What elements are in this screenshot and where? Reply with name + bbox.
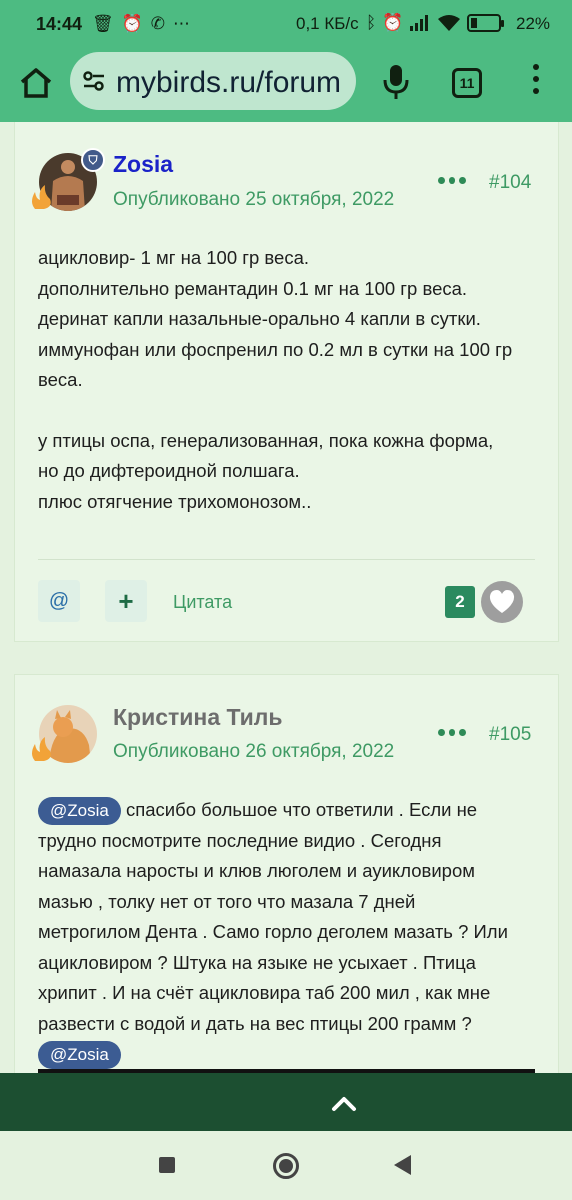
post-line: ацикловиром ? Штука на языке не усыхает … — [38, 951, 476, 973]
chevron-up-icon[interactable] — [326, 1091, 362, 1115]
post-line — [38, 396, 543, 426]
battery-percent: 22% — [516, 14, 551, 33]
heart-icon — [489, 590, 515, 613]
post-line: иммунофан или фоспренил по 0.2 мл в сутк… — [38, 338, 513, 360]
reaction-count[interactable]: 2 — [445, 586, 475, 618]
tab-switcher-button[interactable]: 11 — [452, 68, 482, 98]
flame-icon — [32, 185, 51, 209]
home-icon[interactable] — [16, 63, 56, 103]
viber-icon: ✆ — [150, 14, 166, 33]
status-bar: 14:44 🗑 ⏰ ✆ ⋯ 0,1 КБ/с ᛒ ⏰ 22% — [0, 0, 572, 50]
notification-icons: 🗑 ⏰ ✆ ⋯ — [92, 14, 190, 34]
post-number[interactable]: #104 — [489, 172, 531, 194]
post-number[interactable]: #105 — [489, 724, 531, 746]
scroll-to-top-bar[interactable] — [0, 1073, 572, 1131]
system-icons: ᛒ ⏰ — [366, 13, 505, 33]
battery-icon — [467, 14, 505, 32]
multiquote-button[interactable]: + — [105, 580, 147, 622]
post-line: намазала наросты и клюв люголем и ауикло… — [38, 860, 475, 881]
browser-toolbar: mybirds.ru/forum 11 — [0, 50, 572, 122]
post-line: но до дифтероидной полшага. — [38, 460, 300, 481]
recents-button[interactable] — [159, 1157, 175, 1173]
post-line: развести с водой и дать на вес птицы 200… — [38, 1012, 472, 1034]
overflow-menu-icon[interactable] — [526, 64, 546, 104]
divider — [38, 559, 535, 560]
flame-icon — [32, 737, 51, 761]
bluetooth-icon: ᛒ — [366, 13, 377, 32]
post-line: деринат капли назальные-орально 4 капли … — [38, 308, 481, 329]
post-line: веса. — [38, 369, 83, 390]
post-line: спасибо большое что ответили . Если не — [125, 799, 478, 820]
post-date: Опубликовано 25 октября, 2022 — [113, 189, 395, 210]
system-navigation-bar — [0, 1131, 572, 1200]
microphone-icon[interactable] — [378, 62, 414, 102]
status-time: 14:44 — [36, 14, 83, 34]
moderator-badge: ⛉ — [81, 148, 105, 172]
like-button[interactable] — [481, 581, 523, 623]
post-line: хрипит . И на счёт ацикловира таб 200 ми… — [38, 982, 491, 1003]
post-line: трудно посмотрите последние видио . Сего… — [38, 829, 442, 851]
post-author[interactable]: Кристина Тиль — [113, 704, 283, 731]
post-line: плюс отягчение трихомонозом.. — [38, 490, 312, 512]
signal-icon — [410, 15, 429, 31]
forum-post: ⛉ Zosia Опубликовано 25 октября, 2022 #1… — [14, 122, 559, 642]
network-rate: 0,1 КБ/с — [296, 14, 359, 33]
more-icon: ⋯ — [173, 14, 191, 33]
user-mention[interactable]: @Zosia — [38, 1041, 121, 1069]
forum-post: Кристина Тиль Опубликовано 26 октября, 2… — [14, 674, 559, 1075]
post-options-icon[interactable] — [438, 729, 467, 739]
trash-icon: 🗑 — [92, 14, 114, 33]
site-settings-icon[interactable] — [82, 70, 106, 92]
back-button[interactable] — [394, 1155, 411, 1175]
alarm-icon: ⏰ — [121, 14, 143, 33]
alarm-icon: ⏰ — [382, 13, 404, 32]
user-mention[interactable]: @Zosia — [38, 797, 121, 825]
post-line: дополнительно ремантадин 0.1 мг на 100 г… — [38, 277, 468, 299]
post-line: у птицы оспа, генерализованная, пока кож… — [38, 429, 494, 451]
post-line: метрогилом Дента . Само горло деголем ма… — [38, 921, 508, 942]
post-options-icon[interactable] — [438, 177, 467, 187]
url-text[interactable]: mybirds.ru/forum — [116, 66, 341, 100]
mention-button[interactable]: @ — [38, 580, 80, 622]
post-line: мазью , толку нет от того что мазала 7 д… — [38, 890, 416, 912]
quote-button[interactable]: Цитата — [173, 592, 232, 613]
post-content: ацикловир- 1 мг на 100 гр веса. дополнит… — [38, 243, 543, 517]
address-bar[interactable]: mybirds.ru/forum — [70, 52, 356, 110]
post-date: Опубликовано 26 октября, 2022 — [113, 741, 395, 762]
post-content: @Zosia спасибо большое что ответили . Ес… — [38, 795, 543, 1070]
wifi-icon — [438, 15, 461, 31]
post-line: ацикловир- 1 мг на 100 гр веса. — [38, 247, 310, 268]
home-button[interactable] — [273, 1153, 299, 1179]
post-author[interactable]: Zosia — [113, 151, 173, 178]
